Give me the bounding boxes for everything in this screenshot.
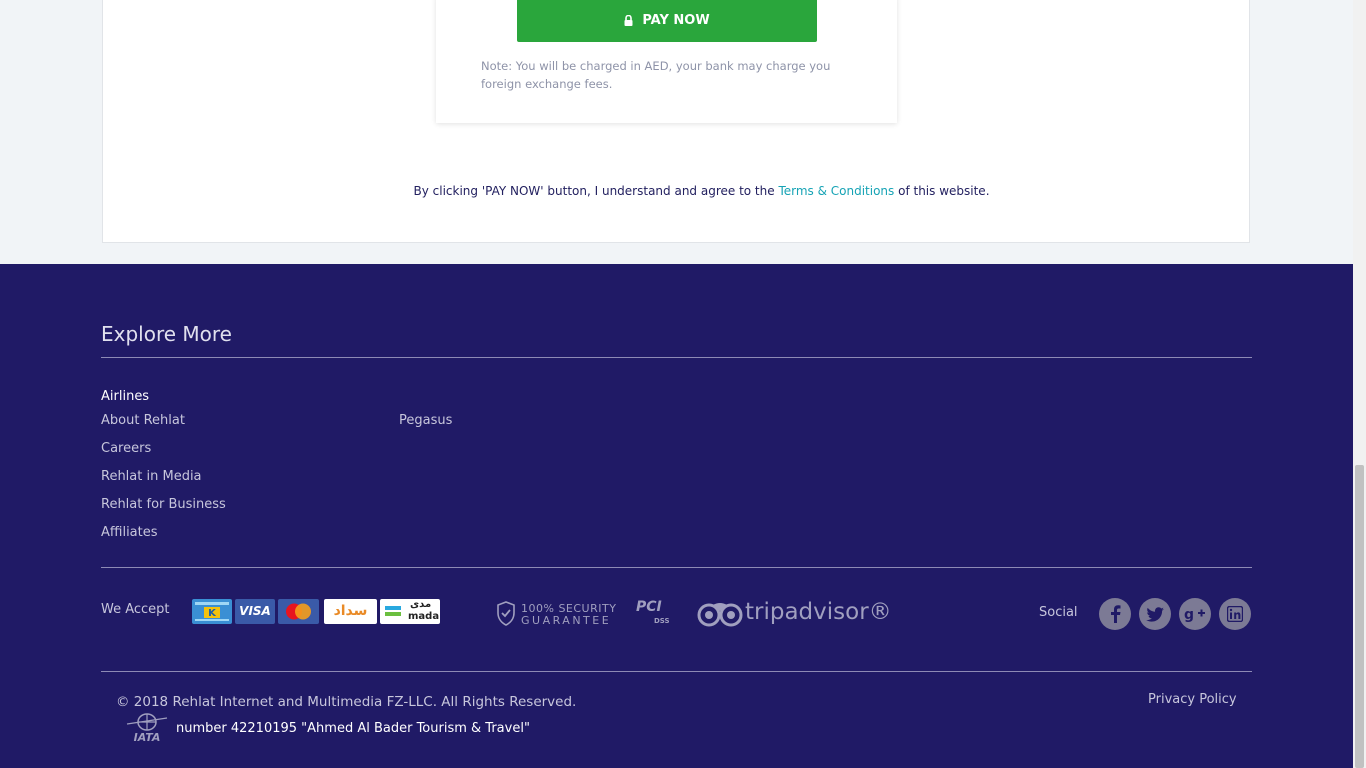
dss-text: DSS (654, 617, 670, 625)
security-line2: GUARANTEE (521, 614, 612, 627)
copyright-text: © 2018 Rehlat Internet and Multimedia FZ… (116, 694, 577, 710)
iata-logo: IATA (124, 712, 170, 744)
mada-text-ar: مدى (410, 599, 432, 610)
explore-more-title: Explore More (101, 322, 232, 346)
airlines-heading: Airlines (101, 389, 150, 404)
facebook-icon[interactable] (1099, 598, 1131, 630)
agree-suffix: of this website. (894, 184, 990, 198)
site-footer: Explore More Airlines About Rehlat Caree… (0, 264, 1353, 768)
sadad-logo: سداد (324, 599, 377, 624)
rehlat-for-business-link[interactable]: Rehlat for Business (101, 497, 226, 512)
pci-text: PCI (636, 599, 662, 615)
pegasus-link[interactable]: Pegasus (399, 413, 452, 428)
svg-text:g: g (1184, 607, 1194, 622)
google-plus-icon[interactable]: g (1179, 598, 1211, 630)
currency-note: Note: You will be charged in AED, your b… (481, 59, 831, 91)
mada-text: mada (408, 611, 440, 622)
divider (101, 357, 1252, 358)
rehlat-in-media-link[interactable]: Rehlat in Media (101, 469, 202, 484)
tripadvisor-owl-icon (697, 603, 743, 627)
we-accept-label: We Accept (101, 602, 170, 617)
visa-logo: VISA (235, 599, 275, 624)
iata-logo-text: IATA (134, 731, 161, 742)
payment-section: PAY NOW Note: You will be charged in AED… (0, 0, 1353, 264)
careers-link[interactable]: Careers (101, 441, 151, 456)
scrollbar-thumb[interactable] (1355, 465, 1364, 768)
pci-dss-badge: PCI DSS (636, 599, 676, 629)
pay-now-button[interactable]: PAY NOW (517, 0, 817, 42)
svg-text:K: K (208, 608, 217, 619)
twitter-icon[interactable] (1139, 598, 1171, 630)
tripadvisor-logo: tripadvisor® (745, 599, 892, 625)
mastercard-logo (278, 599, 319, 624)
divider (101, 671, 1252, 672)
mada-logo: مدى mada (380, 599, 440, 624)
visa-text: VISA (239, 604, 271, 618)
terms-link[interactable]: Terms & Conditions (778, 184, 894, 198)
pay-now-label: PAY NOW (642, 13, 710, 28)
sadad-text: سداد (333, 603, 368, 619)
shield-check-icon (497, 601, 515, 626)
social-label: Social (1039, 605, 1078, 620)
agree-prefix: By clicking 'PAY NOW' button, I understa… (413, 184, 779, 198)
security-guarantee-badge: 100% SECURITY GUARANTEE (521, 603, 616, 627)
lock-icon (624, 15, 633, 26)
linkedin-icon[interactable] (1219, 598, 1251, 630)
iata-number-text: number 42210195 "Ahmed Al Bader Tourism … (176, 721, 530, 736)
affiliates-link[interactable]: Affiliates (101, 525, 158, 540)
knet-logo: K (192, 599, 232, 624)
scrollbar-track[interactable] (1353, 0, 1366, 768)
about-rehlat-link[interactable]: About Rehlat (101, 413, 185, 428)
privacy-policy-link[interactable]: Privacy Policy (1148, 692, 1237, 707)
divider (101, 567, 1252, 568)
terms-agreement: By clicking 'PAY NOW' button, I understa… (0, 184, 1353, 198)
